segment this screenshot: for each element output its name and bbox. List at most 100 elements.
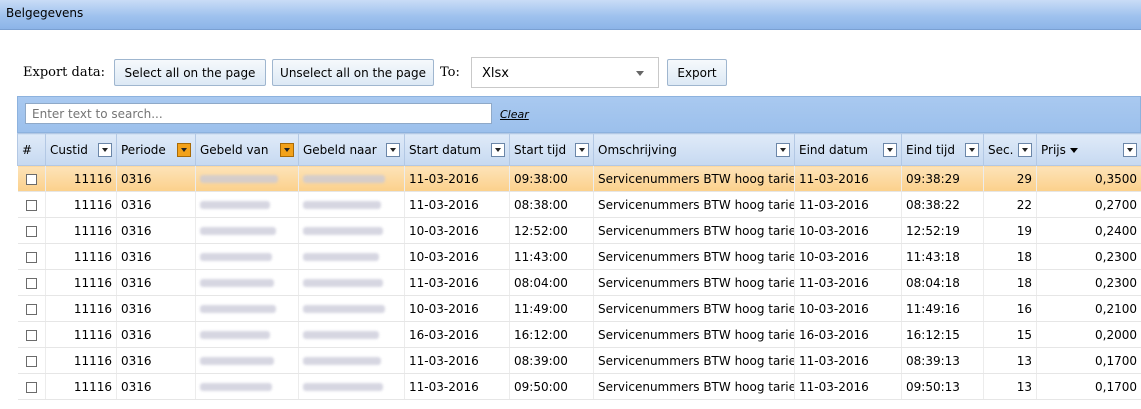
column-header[interactable]: #: [17, 133, 46, 166]
cell-gebeld-naar-redacted: [298, 191, 405, 218]
select-all-button[interactable]: Select all on the page: [114, 59, 266, 86]
cell-eind-tijd: 09:50:13: [901, 373, 984, 400]
row-checkbox[interactable]: [25, 199, 37, 211]
row-select-checkbox-cell[interactable]: [17, 243, 46, 270]
filter-dropdown-icon[interactable]: [883, 142, 897, 157]
cell-custid: 11116: [45, 217, 117, 244]
redacted-number: [303, 175, 385, 183]
row-checkbox[interactable]: [25, 381, 37, 393]
row-select-checkbox-cell[interactable]: [17, 191, 46, 218]
column-header[interactable]: Eind datum: [794, 133, 902, 166]
export-button[interactable]: Export: [667, 59, 727, 86]
cell-eind-datum: 11-03-2016: [794, 373, 902, 400]
cell-gebeld-van-redacted: [195, 373, 299, 400]
table-row[interactable]: 11116 0316 11-03-2016 09:50:00 Servicenummer…: [17, 373, 1141, 400]
redacted-number: [200, 383, 272, 391]
row-checkbox[interactable]: [25, 251, 37, 263]
row-checkbox[interactable]: [25, 303, 37, 315]
export-label: Export data:: [23, 65, 105, 80]
cell-periode: 0316: [116, 347, 196, 374]
redacted-number: [303, 279, 383, 287]
table-row[interactable]: 11116 0316 11-03-2016 08:39:00 Servicenummer…: [17, 347, 1141, 374]
cell-start-tijd: 08:38:00: [509, 191, 594, 218]
column-header[interactable]: Eind tijd: [901, 133, 984, 166]
export-format-value: Xlsx: [482, 66, 509, 81]
table-row[interactable]: 11116 0316 11-03-2016 09:38:00 Servicenummer…: [17, 165, 1141, 192]
column-header[interactable]: Custid: [45, 133, 117, 166]
cell-prijs: 0,1700: [1036, 347, 1141, 374]
cell-sec: 15: [983, 321, 1037, 348]
row-select-checkbox-cell[interactable]: [17, 295, 46, 322]
table-row[interactable]: 11116 0316 11-03-2016 08:04:00 Servicenummer…: [17, 269, 1141, 296]
column-header-label: Gebeld naar: [303, 142, 377, 157]
row-checkbox[interactable]: [25, 225, 37, 237]
table-row[interactable]: 11116 0316 10-03-2016 12:52:00 Servicenummer…: [17, 217, 1141, 244]
cell-custid: 11116: [45, 243, 117, 270]
cell-omschrijving: Servicenummers BTW hoog tarief: [593, 217, 795, 244]
cell-eind-tijd: 08:04:18: [901, 269, 984, 296]
cell-sec: 13: [983, 347, 1037, 374]
column-header-label: Custid: [50, 142, 88, 157]
filter-dropdown-icon[interactable]: [491, 142, 505, 157]
cell-custid: 11116: [45, 269, 117, 296]
filter-dropdown-icon[interactable]: [280, 142, 294, 157]
clear-search-link[interactable]: Clear: [500, 108, 529, 121]
row-checkbox[interactable]: [25, 277, 37, 289]
cell-start-datum: 11-03-2016: [404, 373, 510, 400]
cell-periode: 0316: [116, 217, 196, 244]
column-header[interactable]: Gebeld van: [195, 133, 299, 166]
row-select-checkbox-cell[interactable]: [17, 165, 46, 192]
column-header[interactable]: Start tijd: [509, 133, 594, 166]
cell-gebeld-van-redacted: [195, 191, 299, 218]
row-checkbox[interactable]: [25, 329, 37, 341]
cell-omschrijving: Servicenummers BTW hoog tarief: [593, 295, 795, 322]
filter-dropdown-icon[interactable]: [965, 142, 979, 157]
cell-eind-tijd: 08:38:22: [901, 191, 984, 218]
column-header[interactable]: Sec.: [983, 133, 1037, 166]
filter-dropdown-icon[interactable]: [386, 142, 400, 157]
column-header[interactable]: Omschrijving: [593, 133, 795, 166]
filter-dropdown-icon[interactable]: [177, 142, 191, 157]
cell-gebeld-naar-redacted: [298, 217, 405, 244]
column-header[interactable]: Periode: [116, 133, 196, 166]
filter-dropdown-icon[interactable]: [1123, 142, 1137, 157]
column-header[interactable]: Gebeld naar: [298, 133, 405, 166]
export-format-select[interactable]: Xlsx: [471, 57, 659, 88]
search-input[interactable]: [25, 103, 492, 124]
cell-eind-tijd: 12:52:19: [901, 217, 984, 244]
row-select-checkbox-cell[interactable]: [17, 321, 46, 348]
filter-dropdown-icon[interactable]: [776, 142, 790, 157]
table-row[interactable]: 11116 0316 10-03-2016 11:49:00 Servicenummer…: [17, 295, 1141, 322]
cell-eind-tijd: 08:39:13: [901, 347, 984, 374]
window-title-bar: Belgegevens: [0, 0, 1141, 30]
cell-omschrijving: Servicenummers BTW hoog tarief: [593, 347, 795, 374]
filter-dropdown-icon[interactable]: [1018, 142, 1032, 157]
cell-eind-tijd: 11:43:18: [901, 243, 984, 270]
cell-prijs: 0,2300: [1036, 269, 1141, 296]
row-select-checkbox-cell[interactable]: [17, 347, 46, 374]
cell-gebeld-van-redacted: [195, 321, 299, 348]
unselect-all-button[interactable]: Unselect all on the page: [272, 59, 434, 86]
redacted-number: [303, 357, 381, 365]
cell-eind-tijd: 11:49:16: [901, 295, 984, 322]
row-select-checkbox-cell[interactable]: [17, 269, 46, 296]
column-header-label: Start datum: [409, 142, 482, 157]
cell-gebeld-naar-redacted: [298, 295, 405, 322]
table-row[interactable]: 11116 0316 10-03-2016 11:43:00 Servicenummer…: [17, 243, 1141, 270]
filter-dropdown-icon[interactable]: [98, 142, 112, 157]
cell-sec: 18: [983, 243, 1037, 270]
cell-custid: 11116: [45, 347, 117, 374]
row-checkbox[interactable]: [25, 173, 37, 185]
column-header[interactable]: Prijs: [1036, 133, 1141, 166]
row-checkbox[interactable]: [25, 355, 37, 367]
cell-eind-datum: 11-03-2016: [794, 191, 902, 218]
table-row[interactable]: 11116 0316 11-03-2016 08:38:00 Servicenummer…: [17, 191, 1141, 218]
table-row[interactable]: 11116 0316 16-03-2016 16:12:00 Servicenummer…: [17, 321, 1141, 348]
cell-start-tijd: 08:04:00: [509, 269, 594, 296]
column-header[interactable]: Start datum: [404, 133, 510, 166]
cell-prijs: 0,1700: [1036, 373, 1141, 400]
redacted-number: [200, 357, 274, 365]
filter-dropdown-icon[interactable]: [575, 142, 589, 157]
row-select-checkbox-cell[interactable]: [17, 373, 46, 400]
row-select-checkbox-cell[interactable]: [17, 217, 46, 244]
